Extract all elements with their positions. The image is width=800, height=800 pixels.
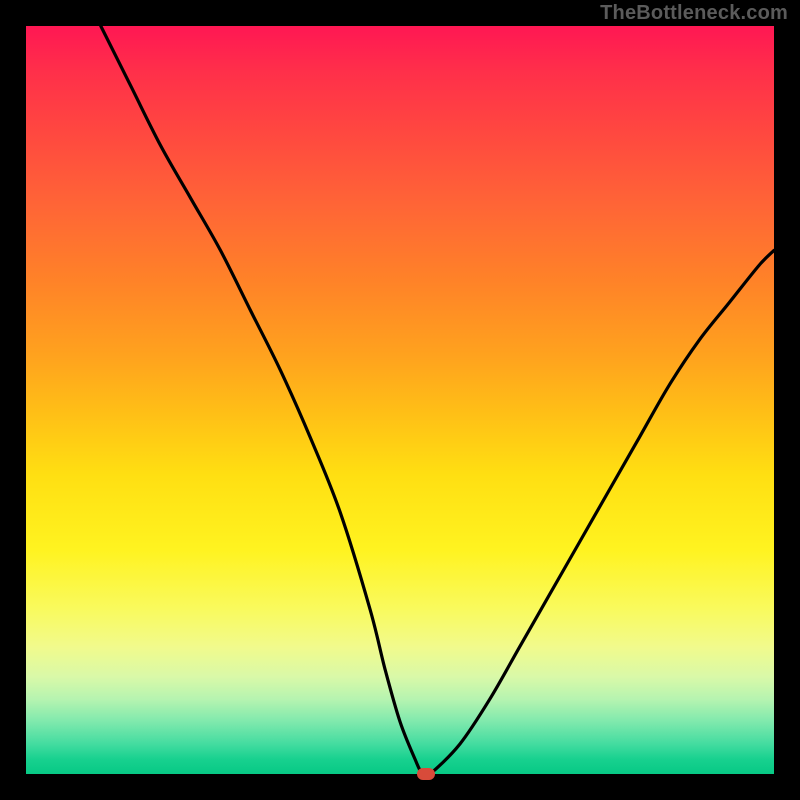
- chart-frame: TheBottleneck.com: [0, 0, 800, 800]
- watermark-text: TheBottleneck.com: [600, 2, 788, 25]
- bottleneck-curve: [26, 26, 774, 774]
- optimal-point-marker: [417, 768, 435, 780]
